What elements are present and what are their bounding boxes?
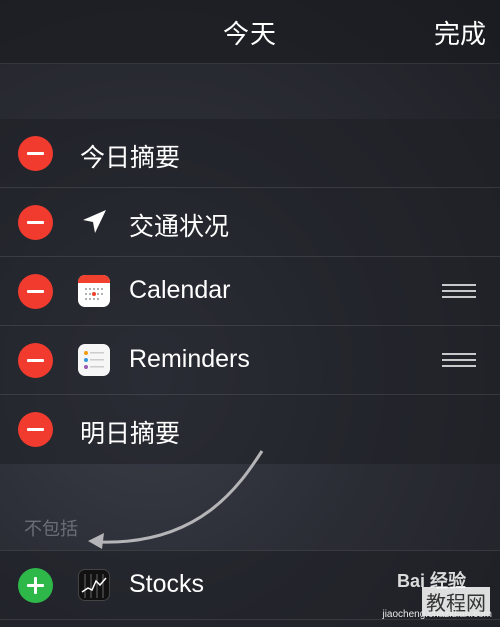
remove-button[interactable] bbox=[18, 136, 53, 171]
list-item: Reminders bbox=[0, 326, 500, 395]
page-title: 今天 bbox=[222, 19, 277, 49]
excluded-section-header: 不包括 bbox=[24, 519, 78, 539]
location-arrow-icon bbox=[83, 210, 106, 233]
reorder-handle-icon[interactable] bbox=[442, 284, 476, 298]
remove-button[interactable] bbox=[18, 412, 53, 447]
remove-button[interactable] bbox=[18, 343, 53, 378]
widget-label: Calendar bbox=[129, 276, 231, 304]
annotation-arrow-icon bbox=[88, 450, 264, 549]
reminders-app-icon bbox=[78, 344, 110, 376]
list-item: 今日摘要 bbox=[0, 119, 500, 188]
navigation-bar: 今天 完成 bbox=[0, 0, 500, 64]
widget-label: 交通状况 bbox=[129, 213, 230, 241]
list-item: Calendar bbox=[0, 257, 500, 326]
remove-button[interactable] bbox=[18, 205, 53, 240]
list-item: 交通状况 bbox=[0, 188, 500, 257]
included-widgets-list: 今日摘要 交通状况 Calendar Reminders 明日摘要 bbox=[0, 119, 500, 464]
calendar-app-icon bbox=[78, 275, 110, 307]
add-button[interactable] bbox=[18, 568, 53, 603]
widget-label: 今日摘要 bbox=[80, 144, 181, 172]
remove-button[interactable] bbox=[18, 274, 53, 309]
reorder-handle-icon[interactable] bbox=[442, 353, 476, 367]
done-button[interactable]: 完成 bbox=[434, 14, 486, 51]
stocks-app-icon bbox=[78, 569, 110, 601]
widget-label: Reminders bbox=[129, 345, 250, 373]
watermark-url: jiaocheng.chazidian.com bbox=[382, 609, 492, 620]
watermark: Bai 经验 教程网 jiaocheng.chazidian.com bbox=[354, 567, 494, 621]
widget-label: Stocks bbox=[129, 570, 205, 598]
